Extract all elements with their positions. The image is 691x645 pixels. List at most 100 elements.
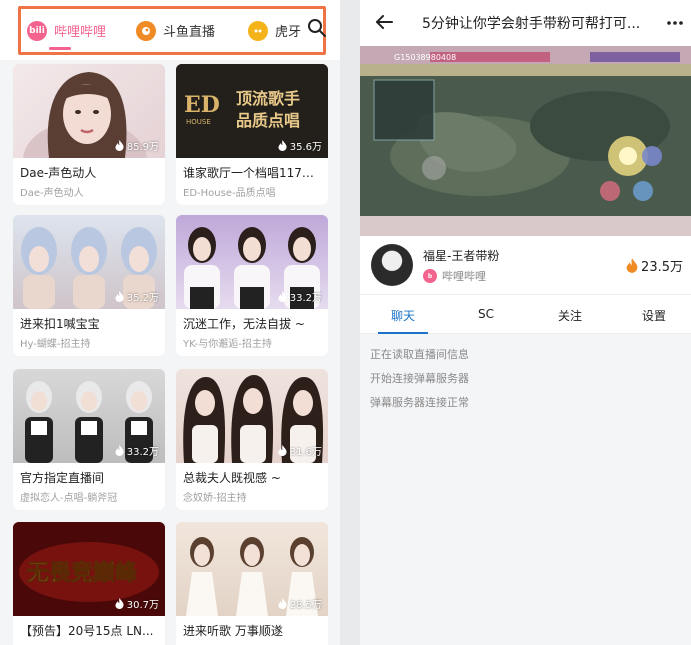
room-title: 5分钟让你学会射手带粉可帮打可... bbox=[422, 16, 641, 32]
flame-icon bbox=[278, 140, 287, 151]
room-card[interactable]: 无畏竞巅峰 30.7万 【预告】20号15点 LN... bbox=[13, 522, 165, 645]
platform-tabs-highlight: bili 哔哩哔哩 斗鱼直播 虎牙 bbox=[18, 6, 326, 55]
room-card[interactable]: 33.2万 官方指定直播间 虚拟恋人-点唱-躺斧冠 bbox=[13, 369, 165, 510]
room-host: Hy-蝴蝶-招主持 bbox=[20, 339, 91, 350]
tab-label: 哔哩哔哩 bbox=[54, 25, 107, 40]
viewer-count-text: 28.5万 bbox=[289, 600, 322, 611]
viewer-count-text: 33.2万 bbox=[126, 447, 159, 458]
viewer-count: 33.2万 bbox=[115, 443, 159, 458]
streamer-name: 福星-王者带粉 bbox=[423, 249, 500, 263]
flame-icon bbox=[626, 258, 638, 273]
room-title: 官方指定直播间 bbox=[20, 471, 105, 485]
viewer-count: 33.2万 bbox=[278, 289, 322, 304]
platform-name: 哔哩哔哩 bbox=[442, 270, 486, 283]
room-popularity: 23.5万 bbox=[626, 256, 683, 275]
thumb-caption-1: 无畏竞巅峰 bbox=[27, 560, 138, 586]
room-card[interactable]: ED HOUSE 顶流歌手 品质点唱 35.6万 谁家歌厅一个档唱117首...… bbox=[176, 64, 328, 205]
room-thumbnail: 31.6万 bbox=[176, 369, 328, 463]
room-thumbnail: 85.9万 bbox=[13, 64, 165, 158]
live-room-pane: 5分钟让你学会射手带粉可帮打可... G15038980408 福星-王者带粉 … bbox=[360, 0, 691, 645]
viewer-count-text: 30.7万 bbox=[126, 600, 159, 611]
room-thumbnail: ED HOUSE 顶流歌手 品质点唱 35.6万 bbox=[176, 64, 328, 158]
more-options-icon[interactable] bbox=[666, 14, 684, 32]
room-header: 5分钟让你学会射手带粉可帮打可... bbox=[360, 0, 691, 46]
flame-icon bbox=[278, 598, 287, 609]
room-title: 【预告】20号15点 LN... bbox=[20, 624, 154, 638]
streamer-info: 福星-王者带粉 b 哔哩哔哩 23.5万 bbox=[360, 236, 691, 294]
streamer-platform: b 哔哩哔哩 bbox=[423, 268, 486, 284]
active-tab-indicator bbox=[378, 332, 428, 334]
tab-huya[interactable]: 虎牙 bbox=[248, 9, 301, 52]
viewer-count-text: 35.2万 bbox=[126, 293, 159, 304]
tab-sc[interactable]: SC bbox=[456, 307, 516, 321]
room-thumbnail: 无畏竞巅峰 30.7万 bbox=[13, 522, 165, 616]
room-title: 进来听歌 万事顺遂 bbox=[183, 624, 283, 638]
tab-douyu[interactable]: 斗鱼直播 bbox=[136, 9, 215, 52]
room-title: 沉迷工作，无法自拔 ~ bbox=[183, 317, 305, 331]
pane-divider bbox=[340, 0, 360, 645]
room-thumbnail: 28.5万 bbox=[176, 522, 328, 616]
thumb-caption-2: 品质点唱 bbox=[236, 111, 300, 130]
back-arrow-icon[interactable] bbox=[374, 12, 394, 32]
room-card[interactable]: 31.6万 总裁夫人既视感 ~ 念奴娇-招主持 bbox=[176, 369, 328, 510]
active-tab-indicator bbox=[49, 47, 71, 50]
thumb-logo-text: ED bbox=[184, 92, 220, 118]
tab-settings[interactable]: 设置 bbox=[624, 307, 684, 324]
bilibili-logo-icon: b bbox=[423, 269, 437, 283]
room-host: Dae-声色动人 bbox=[20, 188, 84, 199]
flame-icon bbox=[115, 291, 124, 302]
flame-icon bbox=[115, 445, 124, 456]
room-card[interactable]: 85.9万 Dae-声色动人 Dae-声色动人 bbox=[13, 64, 165, 205]
room-card[interactable]: 35.2万 进来扣1喊宝宝 Hy-蝴蝶-招主持 bbox=[13, 215, 165, 356]
flame-icon bbox=[115, 140, 124, 151]
chat-log-line: 开始连接弹幕服务器 bbox=[370, 372, 469, 385]
room-tabs: 聊天 SC 关注 设置 bbox=[360, 294, 691, 334]
room-card[interactable]: 33.2万 沉迷工作，无法自拔 ~ YK-与你邂逅-招主持 bbox=[176, 215, 328, 356]
viewer-count: 35.2万 bbox=[115, 289, 159, 304]
chat-log-line: 正在读取直播间信息 bbox=[370, 348, 469, 361]
viewer-count: 35.6万 bbox=[278, 138, 322, 153]
tab-chat[interactable]: 聊天 bbox=[373, 307, 433, 324]
streamer-avatar[interactable] bbox=[371, 244, 413, 286]
douyu-logo-icon bbox=[136, 20, 156, 41]
bilibili-logo-icon: bili bbox=[27, 20, 47, 41]
tab-label: 斗鱼直播 bbox=[163, 25, 216, 40]
video-player[interactable]: G15038980408 bbox=[360, 46, 691, 236]
room-host: YK-与你邂逅-招主持 bbox=[183, 339, 272, 350]
video-overlay-text: G15038980408 bbox=[394, 53, 456, 62]
room-thumbnail: 35.2万 bbox=[13, 215, 165, 309]
room-host: 念奴娇-招主持 bbox=[183, 493, 247, 504]
viewer-count-text: 35.6万 bbox=[289, 142, 322, 153]
flame-icon bbox=[278, 445, 287, 456]
tab-label: 虎牙 bbox=[275, 25, 302, 40]
viewer-count: 85.9万 bbox=[115, 138, 159, 153]
search-icon[interactable] bbox=[307, 18, 327, 38]
room-title: 总裁夫人既视感 ~ bbox=[183, 471, 281, 485]
viewer-count: 30.7万 bbox=[115, 596, 159, 611]
platform-tab-bar: bili 哔哩哔哩 斗鱼直播 虎牙 bbox=[0, 0, 340, 60]
viewer-count: 28.5万 bbox=[278, 596, 322, 611]
room-host: 虚拟恋人-点唱-躺斧冠 bbox=[20, 493, 118, 504]
viewer-count-text: 33.2万 bbox=[289, 293, 322, 304]
thumb-caption-1: 顶流歌手 bbox=[236, 89, 300, 108]
viewer-count-text: 85.9万 bbox=[126, 142, 159, 153]
viewer-count: 31.6万 bbox=[278, 443, 322, 458]
flame-icon bbox=[115, 598, 124, 609]
tab-follow[interactable]: 关注 bbox=[540, 307, 600, 324]
viewer-count-text: 31.6万 bbox=[289, 447, 322, 458]
room-host: ED-House-品质点唱 bbox=[183, 188, 276, 199]
room-title: 谁家歌厅一个档唱117首... bbox=[183, 166, 323, 180]
room-title: 进来扣1喊宝宝 bbox=[20, 317, 100, 331]
room-thumbnail: 33.2万 bbox=[176, 215, 328, 309]
huya-logo-icon bbox=[248, 20, 268, 41]
chat-log-line: 弹幕服务器连接正常 bbox=[370, 396, 469, 409]
popularity-text: 23.5万 bbox=[641, 260, 683, 275]
room-title: Dae-声色动人 bbox=[20, 166, 97, 180]
bilibili-logo-text: bili bbox=[29, 25, 45, 36]
svg-text:HOUSE: HOUSE bbox=[186, 118, 211, 126]
flame-icon bbox=[278, 291, 287, 302]
room-card[interactable]: 28.5万 进来听歌 万事顺遂 bbox=[176, 522, 328, 645]
room-thumbnail: 33.2万 bbox=[13, 369, 165, 463]
tab-bilibili[interactable]: bili 哔哩哔哩 bbox=[27, 9, 106, 52]
room-list-pane: bili 哔哩哔哩 斗鱼直播 虎牙 85.9万 Dae-声色动人 Dae-声色动… bbox=[0, 0, 340, 645]
